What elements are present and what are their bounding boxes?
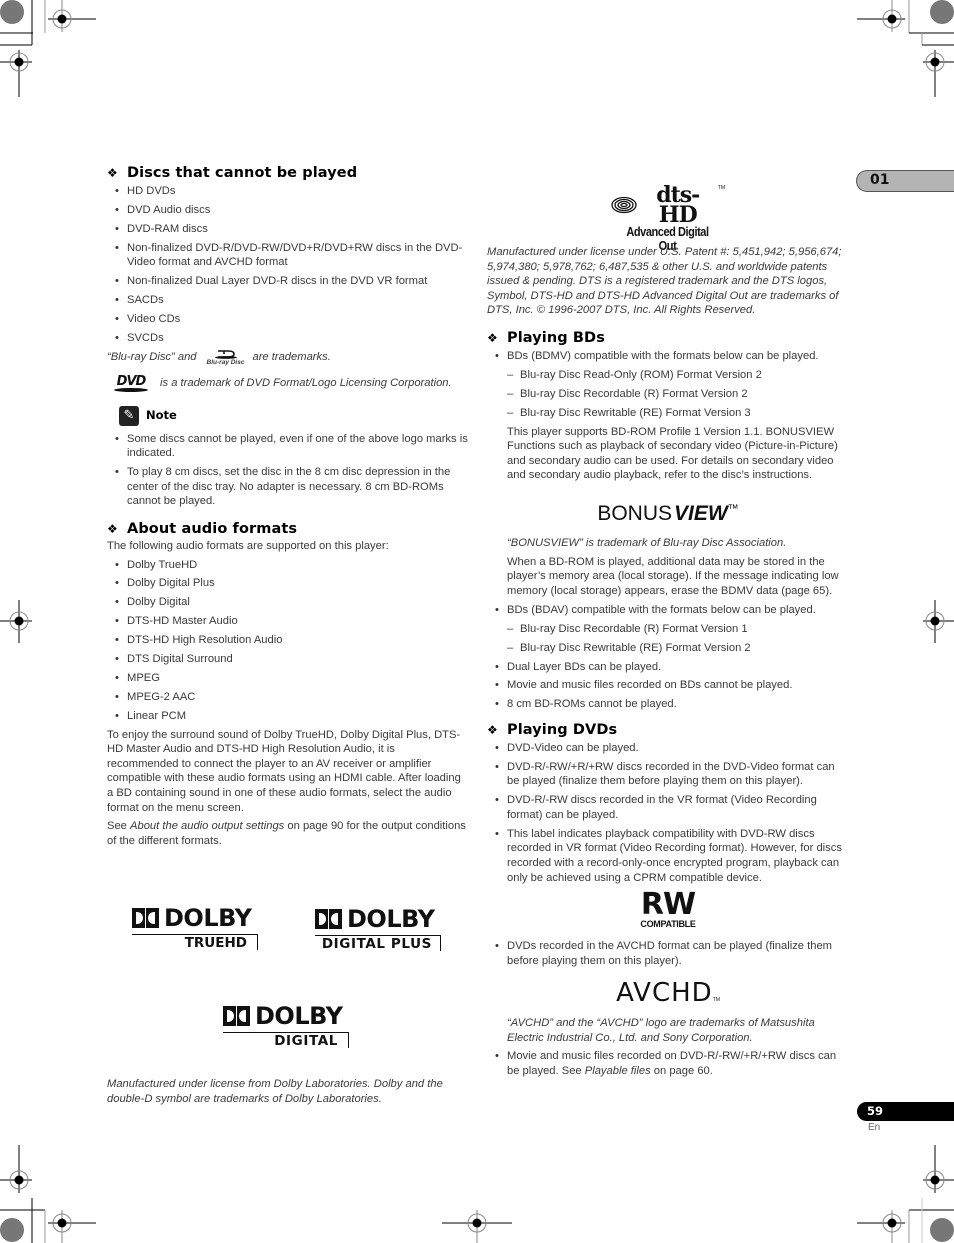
pencil-note-icon: ✎	[119, 405, 139, 426]
list-item: MPEG-2 AAC	[107, 690, 469, 705]
list-item: Blu-ray Disc Rewritable (RE) Format Vers…	[487, 641, 849, 656]
diamond-bullet-icon: ❖	[487, 722, 498, 737]
list-item: Movie and music files recorded on DVD-R/…	[487, 1049, 849, 1078]
dts-symbol-icon	[611, 196, 637, 214]
dts-trademark-notice: Manufactured under license under U.S. Pa…	[487, 246, 842, 317]
list-item: Movie and music files recorded on BDs ca…	[487, 678, 849, 693]
page-number: 59	[867, 1104, 884, 1118]
dolby-digital-logo: DOLBY DIGITAL	[223, 1003, 349, 1049]
audio-see-also: See About the audio output settings on p…	[107, 820, 466, 847]
avchd-list: DVDs recorded in the AVCHD format can be…	[487, 939, 849, 968]
audio-paragraph: To enjoy the surround sound of Dolby Tru…	[107, 728, 461, 814]
right-column: Manufactured under license under U.S. Pa…	[487, 245, 849, 1083]
bd-list: BDs (BDMV) compatible with the formats b…	[487, 349, 849, 364]
bdav-format-list: Blu-ray Disc Recordable (R) Format Versi…	[487, 622, 849, 655]
list-item: Blu-ray Disc Rewritable (RE) Format Vers…	[487, 406, 849, 421]
playable-files-link[interactable]: Playable files	[585, 1065, 651, 1077]
profile-paragraph: This player supports BD-ROM Profile 1 Ve…	[507, 425, 838, 482]
chapter-tab: 01	[856, 170, 954, 192]
list-item: Dolby TrueHD	[107, 558, 469, 573]
double-d-icon	[132, 908, 159, 928]
dvd-list: DVD-Video can be played. DVD-R/-RW/+R/+R…	[487, 741, 849, 885]
section-heading: ❖ Playing BDs	[487, 329, 605, 346]
audio-intro: The following audio formats are supporte…	[107, 539, 389, 552]
dolby-truehd-logo: DOLBY TRUEHD	[132, 905, 258, 951]
note-list: Some discs cannot be played, even if one…	[107, 432, 469, 509]
list-item: BDs (BDAV) compatible with the formats b…	[487, 603, 849, 618]
list-item: DVD-RAM discs	[107, 222, 469, 237]
list-item: DTS Digital Surround	[107, 652, 469, 667]
list-item: Linear PCM	[107, 709, 469, 724]
list-item: 8 cm BD-ROMs cannot be played.	[487, 697, 849, 712]
list-item: Dolby Digital	[107, 595, 469, 610]
bonusview-trademark: “BONUSVIEW” is trademark of Blu-ray Disc…	[507, 536, 787, 549]
list-item: HD DVDs	[107, 184, 469, 199]
dolby-digital-plus-logo: DOLBY DIGITAL PLUS	[315, 906, 441, 952]
list-item: DVD-Video can be played.	[487, 741, 849, 756]
audio-format-list: Dolby TrueHD Dolby Digital Plus Dolby Di…	[107, 558, 469, 724]
files-list: Movie and music files recorded on DVD-R/…	[487, 1049, 849, 1078]
list-item: DVD-R/-RW/+R/+RW discs recorded in the D…	[487, 760, 849, 789]
section-playing-dvds: ❖Playing DVDs DVD-Video can be played. D…	[487, 720, 849, 1079]
section-heading: ❖ Discs that cannot be played	[107, 165, 358, 181]
page-number-tab: 59	[857, 1102, 954, 1121]
list-item: Video CDs	[107, 312, 469, 327]
list-item: This label indicates playback compatibil…	[487, 827, 849, 885]
list-item: To play 8 cm discs, set the disc in the …	[107, 465, 469, 509]
section-discs-cannot-be-played: ❖Discs that cannot be played HD DVDs DVD…	[107, 163, 469, 392]
note-heading: ✎ Note	[119, 405, 469, 426]
double-d-icon	[315, 909, 342, 929]
bd-list-3: Dual Layer BDs can be played. Movie and …	[487, 660, 849, 712]
list-item: Non-finalized DVD-R/DVD-RW/DVD+R/DVD+RW …	[107, 241, 469, 270]
rw-compatible-logo: RW COMPATIBLE	[640, 887, 696, 930]
bluray-disc-icon	[214, 349, 237, 359]
list-item: Blu-ray Disc Recordable (R) Format Versi…	[487, 387, 849, 402]
bd-list-2: BDs (BDAV) compatible with the formats b…	[487, 603, 849, 618]
dolby-trademark-notice: Manufactured under license from Dolby La…	[107, 1078, 443, 1105]
dvd-logo: DVD	[112, 375, 150, 392]
diamond-bullet-icon: ❖	[487, 330, 498, 345]
list-item: Dual Layer BDs can be played.	[487, 660, 849, 675]
list-item: DTS-HD High Resolution Audio	[107, 633, 469, 648]
list-item: MPEG	[107, 671, 469, 686]
bluray-disc-logo: Blu-ray Disc	[207, 349, 244, 366]
list-item: DVD Audio discs	[107, 203, 469, 218]
list-item: Dolby Digital Plus	[107, 576, 469, 591]
dvd-trademark-line: DVD is a trademark of DVD Format/Logo Li…	[107, 375, 469, 392]
chapter-number: 01	[870, 172, 890, 188]
list-item: SACDs	[107, 293, 469, 308]
note-box: ✎ Note Some discs cannot be played, even…	[107, 405, 469, 509]
list-item: Blu-ray Disc Recordable (R) Format Versi…	[487, 622, 849, 637]
section-heading: ❖ Playing DVDs	[487, 721, 618, 738]
list-item: Non-finalized Dual Layer DVD-R discs in …	[107, 274, 469, 289]
avchd-trademark: “AVCHD” and the “AVCHD” logo are tradema…	[507, 1016, 815, 1044]
local-storage-paragraph: When a BD-ROM is played, additional data…	[507, 555, 839, 597]
section-playing-bds: ❖Playing BDs BDs (BDMV) compatible with …	[487, 328, 849, 712]
diamond-bullet-icon: ❖	[107, 521, 118, 536]
list-item: SVCDs	[107, 331, 469, 346]
section-heading: ❖ About audio formats	[107, 520, 298, 537]
audio-output-settings-link[interactable]: About the audio output settings	[130, 820, 284, 832]
bonusview-logo: BONUSVIEW™	[597, 501, 739, 525]
list-item: DVDs recorded in the AVCHD format can be…	[487, 939, 849, 968]
list-item: DVD-R/-RW discs recorded in the VR forma…	[487, 793, 849, 822]
section-audio-formats: ❖ About audio formats The following audio…	[107, 519, 469, 848]
diamond-bullet-icon: ❖	[107, 166, 118, 180]
avchd-logo: AVCHDTM	[616, 978, 720, 1009]
unplayable-disc-list: HD DVDs DVD Audio discs DVD-RAM discs No…	[107, 184, 469, 345]
dts-hd-logo: dts-HD TM Advanced Digital Out	[610, 184, 725, 253]
bluray-trademark-line: “Blu-ray Disc” and Blu-ray Disc are trad…	[107, 349, 331, 366]
dvd-disc-icon	[114, 387, 148, 392]
double-d-icon	[223, 1006, 250, 1026]
list-item: BDs (BDMV) compatible with the formats b…	[487, 349, 849, 364]
page-language: En	[868, 1122, 881, 1133]
bdmv-format-list: Blu-ray Disc Read-Only (ROM) Format Vers…	[487, 368, 849, 420]
list-item: Blu-ray Disc Read-Only (ROM) Format Vers…	[487, 368, 849, 383]
left-column: ❖Discs that cannot be played HD DVDs DVD…	[107, 163, 469, 852]
list-item: DTS-HD Master Audio	[107, 614, 469, 629]
list-item: Some discs cannot be played, even if one…	[107, 432, 469, 461]
